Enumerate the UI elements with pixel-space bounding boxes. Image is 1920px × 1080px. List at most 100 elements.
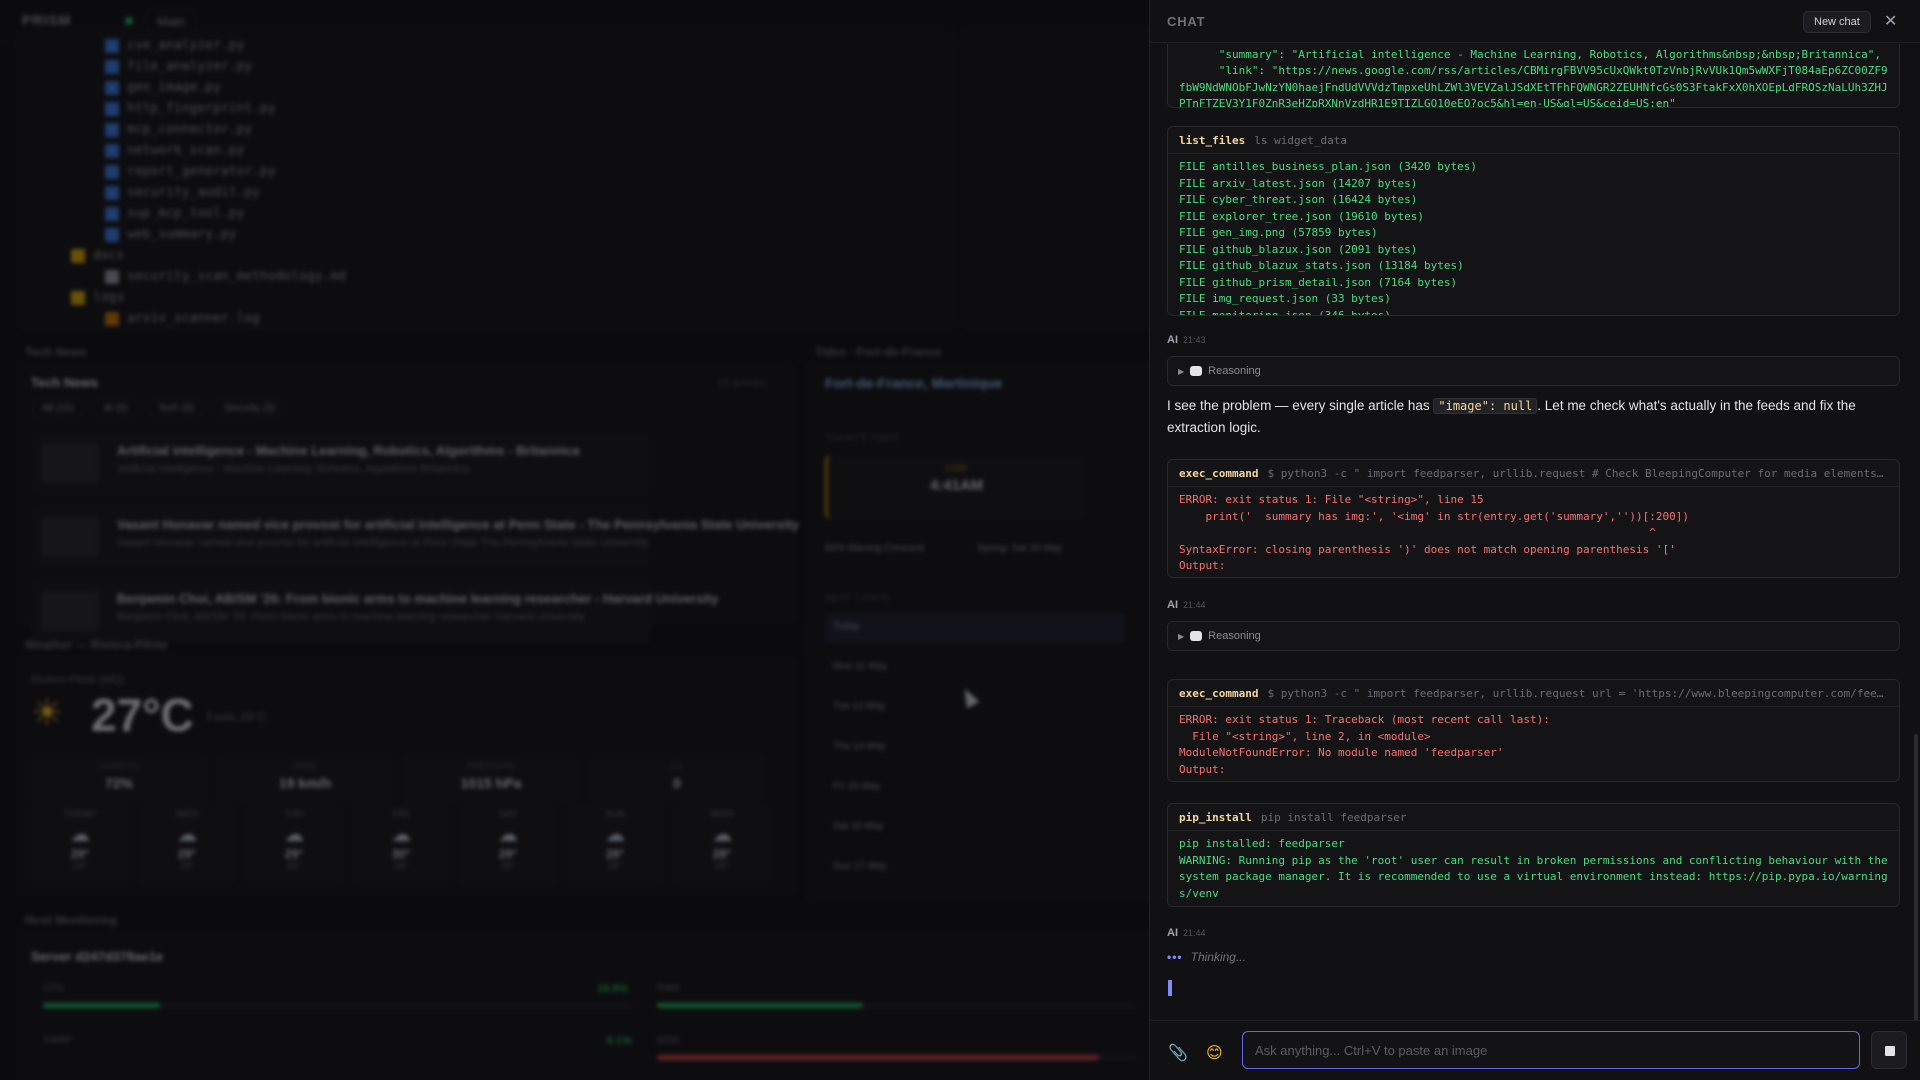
file-tree-item[interactable]: logs bbox=[37, 287, 937, 308]
file-tree-item[interactable]: sup_mcp_tool.py bbox=[37, 203, 937, 224]
news-filter-chip[interactable]: Tech (5) bbox=[147, 399, 206, 418]
news-title: Benjamin Choi, AB/SM '26: From bionic ar… bbox=[117, 591, 719, 606]
ram-bar-fill bbox=[657, 1003, 863, 1008]
news-item[interactable]: Vasant Honavar named vice provost for ar… bbox=[31, 505, 799, 569]
ai-label: AI bbox=[1167, 927, 1178, 939]
forecast-low: 25° bbox=[607, 861, 623, 872]
weather-stat-value: 1015 hPa bbox=[460, 775, 522, 791]
reasoning-toggle[interactable]: ▶ Reasoning bbox=[1167, 621, 1900, 651]
file-tree-item[interactable]: security_audit.py bbox=[37, 182, 937, 203]
weather-stat-label: HUMIDITY bbox=[97, 761, 141, 771]
tides-next-label: NEXT 7 DAYS bbox=[825, 593, 890, 604]
file-icon bbox=[105, 101, 119, 116]
file-name: file_analyzer.py bbox=[127, 59, 253, 74]
file-name: gen_image.py bbox=[127, 80, 221, 95]
close-icon[interactable]: ✕ bbox=[1884, 11, 1897, 31]
tide-day-row: Thu 14 May bbox=[833, 741, 886, 752]
ai-message-label: AI 21:44 bbox=[1167, 927, 1206, 939]
tool-header[interactable]: exec_command $ python3 -c " import feedp… bbox=[1168, 680, 1899, 707]
cpu-value: 19.8% bbox=[597, 983, 629, 995]
tides-section-title: Tides - Fort-de-France bbox=[815, 345, 942, 359]
file-name: web_summary.py bbox=[127, 227, 237, 242]
tool-name: exec_command bbox=[1179, 466, 1259, 480]
tool-call-list-files[interactable]: list_files ls widget_data FILE antilles_… bbox=[1167, 126, 1900, 316]
forecast-day: FRI ☁ 30° 26° bbox=[351, 803, 451, 885]
file-tree-item[interactable]: network_scan.py bbox=[37, 140, 937, 161]
tide-day-row: Mon 11 May bbox=[833, 661, 888, 672]
chat-messages[interactable]: "title": "Artificial intelligence - Mach… bbox=[1150, 44, 1920, 1020]
news-filter-chip[interactable]: Security (5) bbox=[213, 399, 287, 418]
forecast-day: THU ☁ 29° 25° bbox=[244, 803, 344, 885]
file-tree-item[interactable]: gen_image.py bbox=[37, 77, 937, 98]
file-tree-item[interactable]: arxiv_scanner.log bbox=[37, 308, 937, 329]
tool-header[interactable]: list_files ls widget_data bbox=[1168, 127, 1899, 154]
news-filter-chip[interactable]: AI (5) bbox=[92, 399, 140, 418]
inline-code: "image": null bbox=[1433, 398, 1538, 414]
file-name: security_audit.py bbox=[127, 185, 261, 200]
file-tree-item[interactable]: http_fingerprint.py bbox=[37, 98, 937, 119]
tides-place: Fort-de-France, Martinique bbox=[825, 375, 1003, 391]
status-dot bbox=[125, 17, 133, 25]
tool-output-block: "title": "Artificial intelligence - Mach… bbox=[1167, 44, 1900, 108]
message-text-before: I see the problem — every single article… bbox=[1167, 398, 1434, 413]
tool-call-exec-command[interactable]: exec_command $ python3 -c " import feedp… bbox=[1167, 459, 1900, 578]
forecast-day-name: MON bbox=[710, 809, 734, 820]
chat-input[interactable] bbox=[1242, 1031, 1860, 1069]
tide-day-row: Sat 16 May bbox=[833, 821, 884, 832]
file-tree-item[interactable]: security_scan_methodology.md bbox=[37, 266, 937, 287]
news-item[interactable]: Artificial intelligence - Machine Learni… bbox=[31, 431, 651, 495]
file-icon bbox=[105, 227, 119, 242]
forecast-high: 28° bbox=[712, 847, 732, 861]
forecast-day: WED ☁ 29° 23° bbox=[137, 803, 237, 885]
ai-message-text: I see the problem — every single article… bbox=[1167, 395, 1897, 439]
file-tree-item[interactable]: cve_analyzer.py bbox=[37, 35, 937, 56]
tool-header[interactable]: pip_install pip install feedparser bbox=[1168, 804, 1899, 831]
file-tree-item[interactable]: docs bbox=[37, 245, 937, 266]
tool-header[interactable]: exec_command $ python3 -c " import feedp… bbox=[1168, 460, 1899, 487]
paperclip-icon[interactable]: 📎 bbox=[1168, 1043, 1188, 1063]
forecast-day-name: FRI bbox=[392, 809, 410, 820]
stop-button[interactable] bbox=[1871, 1031, 1907, 1069]
folder-icon bbox=[71, 290, 85, 305]
weather-stat: UV 0 bbox=[588, 755, 766, 803]
tide-low-time: 4:41AM bbox=[929, 477, 984, 494]
tool-command: $ python3 -c " import feedparser, urllib… bbox=[1267, 686, 1888, 700]
message-time: 21:43 bbox=[1183, 335, 1206, 345]
chevron-right-icon: ▶ bbox=[1178, 366, 1185, 376]
news-filter-chip[interactable]: All (15) bbox=[31, 399, 85, 418]
folder-icon bbox=[71, 248, 85, 263]
news-thumbnail bbox=[41, 443, 99, 483]
tool-call-exec-command[interactable]: exec_command $ python3 -c " import feedp… bbox=[1167, 679, 1900, 782]
cpu-bar bbox=[43, 1003, 633, 1008]
sun-icon: ☀ bbox=[31, 692, 64, 733]
file-name: network_scan.py bbox=[127, 143, 245, 158]
file-tree-item[interactable]: report_generator.py bbox=[37, 161, 937, 182]
chat-scrollbar[interactable] bbox=[1914, 734, 1918, 1020]
tool-name: pip_install bbox=[1179, 810, 1252, 824]
json-line: "summary": "Artificial intelligence - Ma… bbox=[1179, 47, 1882, 61]
forecast-day-name: TODAY bbox=[63, 809, 97, 820]
rain-cloud-icon: ☁ bbox=[177, 824, 197, 846]
tech-news-heading: Tech News bbox=[31, 375, 98, 390]
file-name: docs bbox=[93, 248, 125, 263]
forecast-low: 26° bbox=[393, 861, 409, 872]
weather-stat-label: UV bbox=[670, 761, 684, 771]
news-item[interactable]: Benjamin Choi, AB/SM '26: From bionic ar… bbox=[31, 579, 719, 643]
news-thumbnail bbox=[41, 517, 99, 557]
tides-today-label: TODAY'S TIDES bbox=[825, 433, 900, 444]
streaming-cursor bbox=[1168, 980, 1172, 996]
forecast-day: SUN ☁ 28° 25° bbox=[565, 803, 665, 885]
reasoning-toggle[interactable]: ▶ Reasoning bbox=[1167, 356, 1900, 386]
emoji-icon[interactable]: 😊 bbox=[1206, 1043, 1223, 1063]
rain-cloud-icon: ☁ bbox=[391, 824, 411, 846]
new-chat-button[interactable]: New chat bbox=[1803, 11, 1871, 33]
file-tree-item[interactable]: mcp_connector.py bbox=[37, 119, 937, 140]
thought-bubble-icon bbox=[1190, 631, 1203, 641]
file-tree-item[interactable]: file_analyzer.py bbox=[37, 56, 937, 77]
tool-call-pip-install[interactable]: pip_install pip install feedparser pip i… bbox=[1167, 803, 1900, 907]
weather-stat-label: WIND bbox=[293, 761, 317, 771]
disk-bar-fill bbox=[657, 1055, 1099, 1060]
chat-title: CHAT bbox=[1167, 14, 1206, 29]
file-tree-item[interactable]: web_summary.py bbox=[37, 224, 937, 245]
forecast-day: TODAY ☁ 29° 24° bbox=[30, 803, 130, 885]
